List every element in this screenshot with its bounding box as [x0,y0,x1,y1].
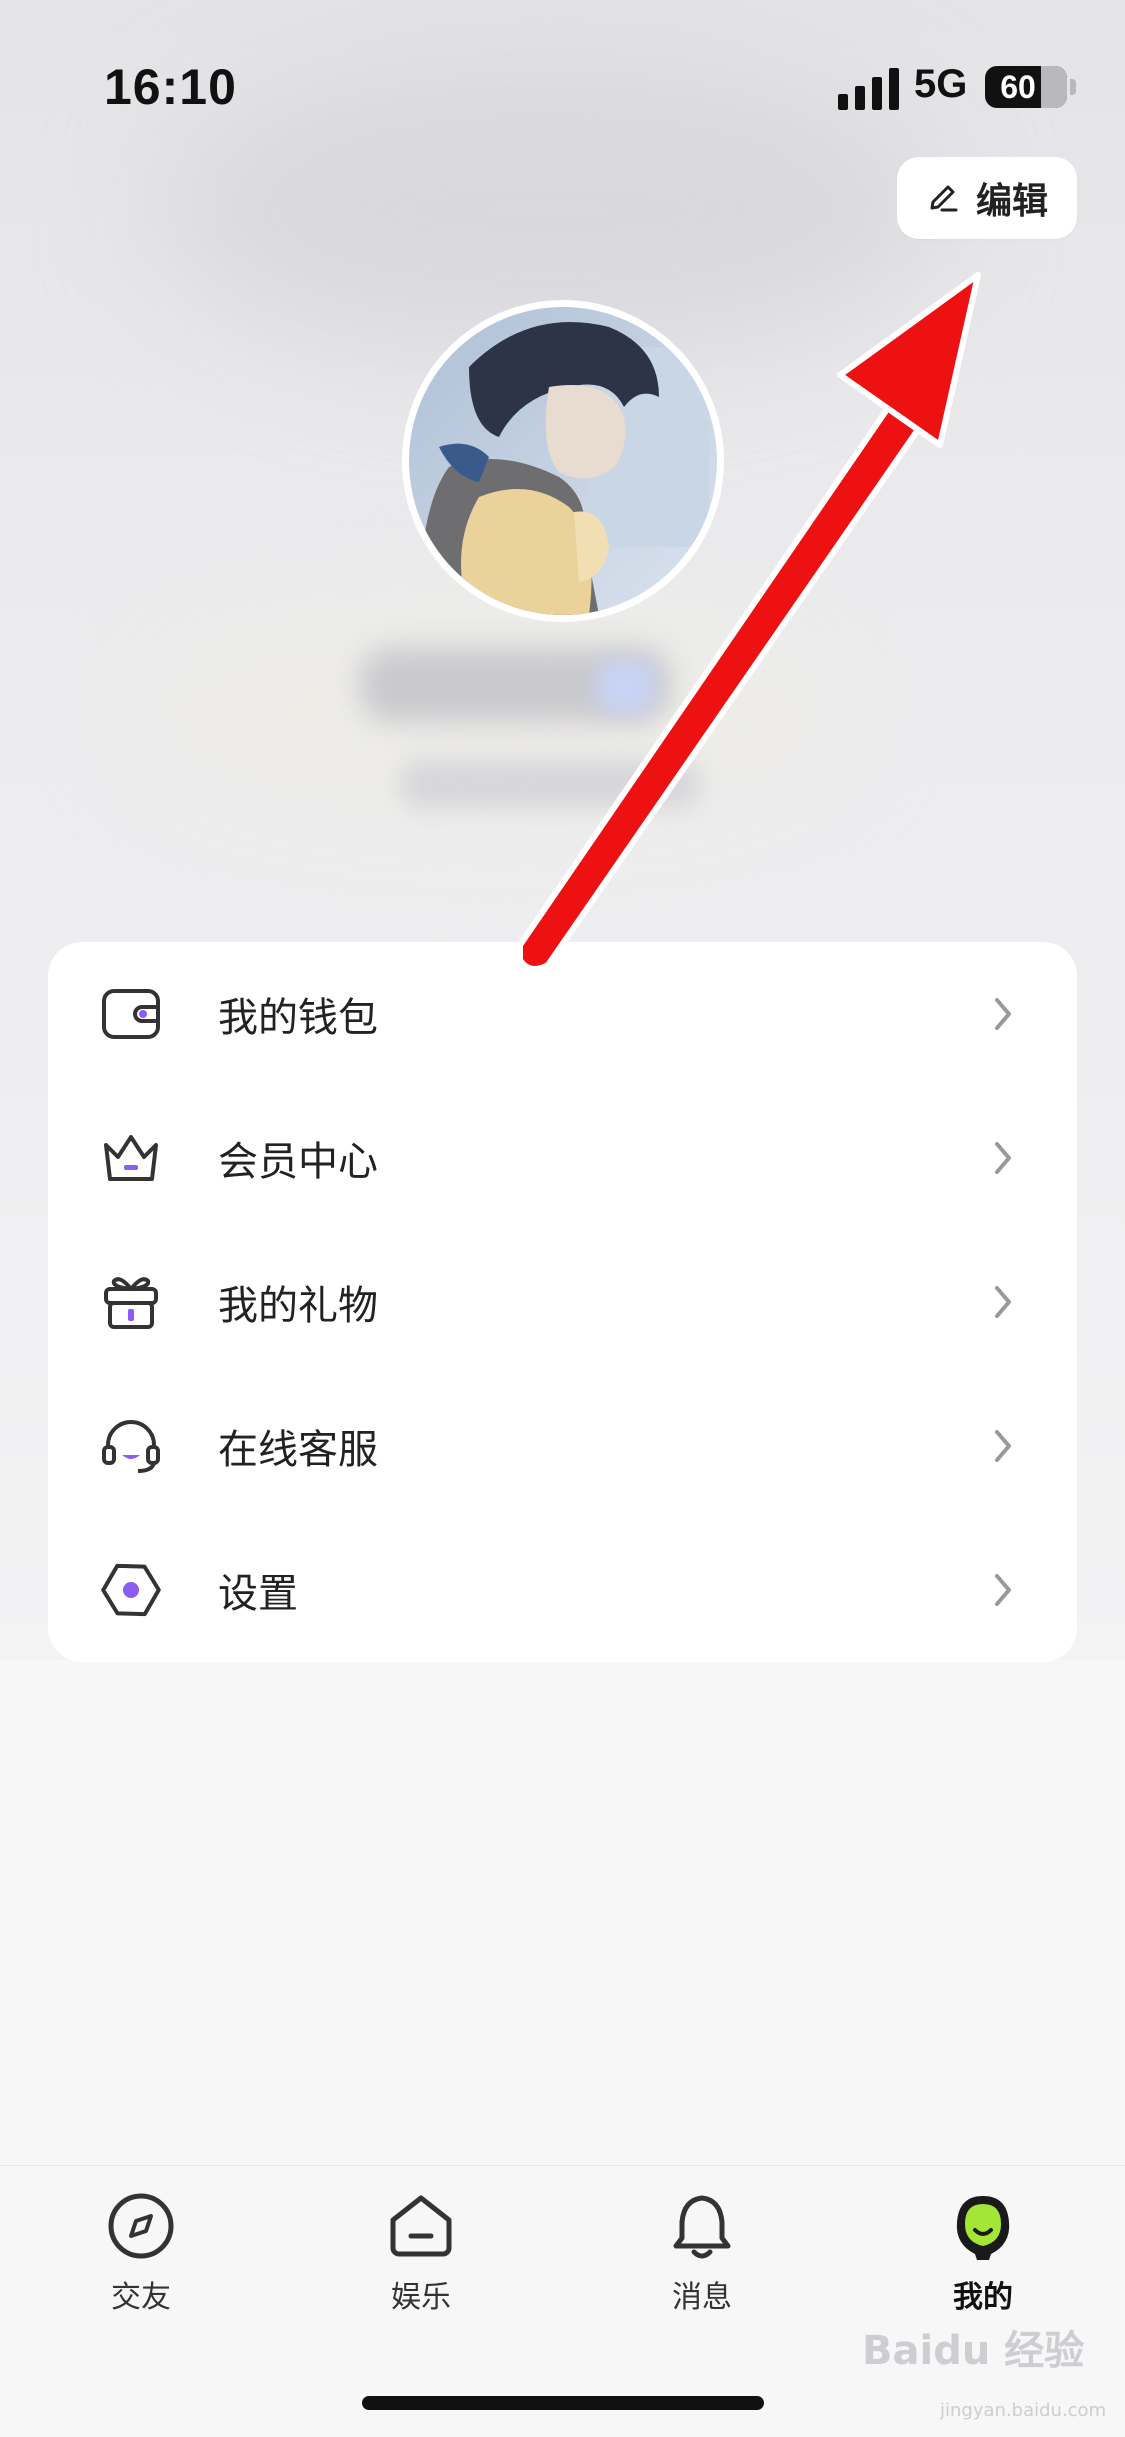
headset-icon [102,1420,160,1473]
wallet-icon [102,989,160,1039]
gift-icon [104,1277,158,1329]
chevron-right-icon [995,1430,1011,1462]
battery-level: 60 [1000,69,1036,105]
menu-item-wallet[interactable]: 我的钱包 [48,942,1077,1086]
tab-label: 娱乐 [391,2280,451,2315]
watermark-logo: Baidu 经验 [862,2328,1085,2374]
profile-avatar-icon [956,2196,1010,2260]
tab-entertainment[interactable]: 娱乐 [351,2190,491,2316]
user-id-blurred [400,760,700,808]
pencil-icon [930,185,958,212]
user-avatar[interactable] [402,300,724,622]
edit-label: 编辑 [975,181,1048,222]
cellular-signal-icon [838,68,899,110]
chevron-right-icon [995,1574,1011,1606]
network-type: 5G [914,62,968,106]
home-indicator[interactable] [362,2396,764,2410]
watermark-url: jingyan.baidu.com [940,2400,1107,2421]
bell-icon [673,2195,731,2259]
tab-label: 我的 [953,2280,1013,2315]
menu-item-gifts[interactable]: 我的礼物 [48,1230,1077,1374]
menu-card: 我的钱包 会员中心 我的礼物 在线客服 设置 [48,942,1077,1662]
menu-item-label: 我的钱包 [218,995,378,1041]
crown-icon [104,1135,158,1181]
tab-label: 消息 [672,2280,732,2315]
edit-profile-button[interactable]: 编辑 [897,157,1077,239]
tab-label: 交友 [111,2280,171,2315]
tab-messages[interactable]: 消息 [632,2190,772,2316]
tab-social[interactable]: 交友 [71,2190,211,2316]
chevron-right-icon [995,1142,1011,1174]
chevron-right-icon [995,998,1011,1030]
menu-item-label: 设置 [218,1571,298,1617]
home-icon [390,2195,452,2257]
chevron-right-icon [995,1286,1011,1318]
battery-icon: 60 [985,66,1067,108]
status-time: 16:10 [104,59,237,115]
avatar-illustration [409,307,717,615]
menu-item-membership[interactable]: 会员中心 [48,1086,1077,1230]
menu-item-label: 在线客服 [218,1427,378,1473]
menu-item-settings[interactable]: 设置 [48,1518,1077,1662]
compass-icon [108,2193,174,2259]
menu-item-label: 我的礼物 [218,1283,378,1329]
menu-item-label: 会员中心 [218,1139,378,1185]
tab-me[interactable]: 我的 [913,2190,1053,2316]
settings-icon [101,1563,161,1617]
menu-item-customer-service[interactable]: 在线客服 [48,1374,1077,1518]
vip-badge-blurred [595,660,655,712]
